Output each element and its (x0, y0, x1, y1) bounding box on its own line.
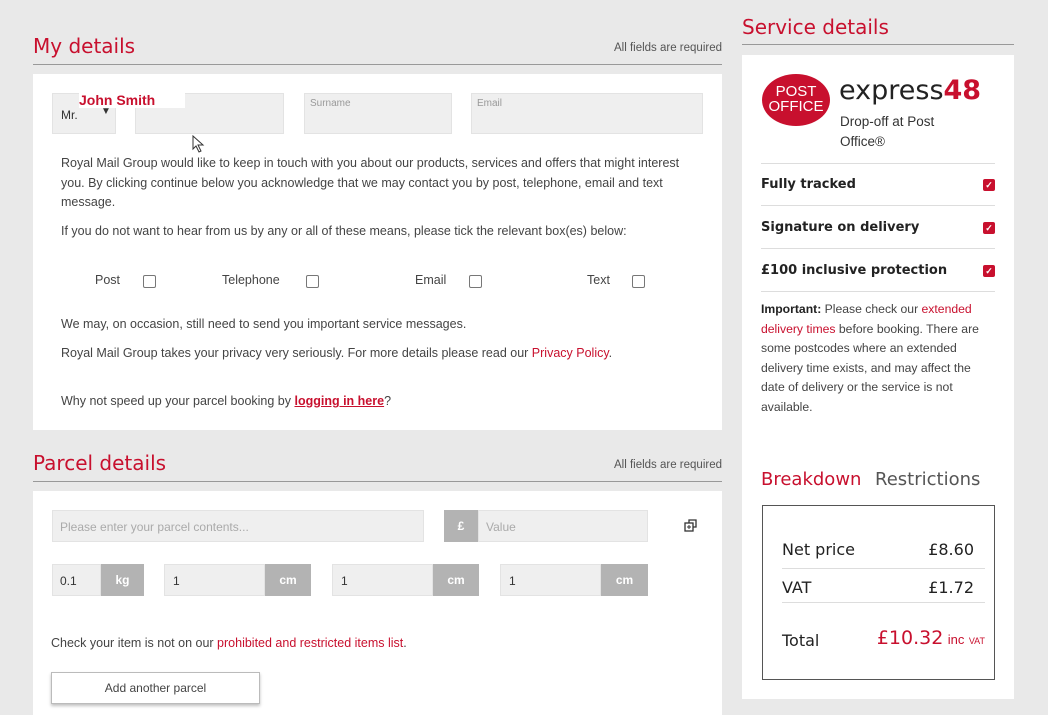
channel-post-label: Post (95, 273, 121, 287)
prohibited-items-link[interactable]: prohibited and restricted items list (217, 636, 403, 650)
important-label: Important: (761, 302, 822, 316)
net-price-label: Net price (782, 540, 855, 559)
post-checkbox[interactable] (143, 275, 156, 288)
vat-value: £1.72 (928, 578, 974, 597)
parcel-details-title: Parcel details (33, 451, 167, 475)
total-vat: VAT (968, 636, 985, 646)
weight-unit: kg (101, 564, 144, 596)
surname-placeholder: Surname (310, 98, 351, 109)
prohibited-prefix: Check your item is not on our (51, 636, 218, 650)
telephone-checkbox[interactable] (306, 275, 319, 288)
divider (761, 248, 995, 249)
total-value: £10.32 (876, 627, 944, 649)
my-details-title: My details (33, 34, 136, 58)
vat-label: VAT (782, 578, 812, 597)
prohibited-text: Check your item is not on our prohibited… (51, 634, 407, 654)
value-placeholder: Value (486, 520, 516, 534)
product-subtitle: Drop-off at Post Office® (840, 114, 935, 149)
tab-breakdown[interactable]: Breakdown (761, 469, 861, 490)
check-icon: ✓ (983, 179, 995, 191)
divider (761, 205, 995, 206)
copy-icon[interactable] (683, 518, 699, 534)
weight-value: 0.1 (60, 574, 77, 588)
product-number: 48 (943, 75, 982, 106)
required-note: All fields are required (613, 42, 722, 54)
divider (761, 291, 995, 292)
parcel-required-note: All fields are required (613, 459, 722, 471)
height-unit: cm (601, 564, 648, 596)
service-details-title: Service details (742, 15, 889, 39)
channel-text-label: Text (587, 273, 610, 287)
important-pre: Please check our (821, 302, 922, 316)
privacy-end: . (608, 346, 613, 360)
privacy-prefix: Royal Mail Group takes your privacy very… (61, 346, 532, 360)
surname-field[interactable]: Surname (304, 93, 452, 134)
privacy-policy-link[interactable]: Privacy Policy (532, 346, 609, 360)
currency-symbol: £ (444, 510, 478, 542)
tab-restrictions[interactable]: Restrictions (875, 469, 980, 490)
email-field[interactable]: Email (471, 93, 703, 134)
channel-email-label: Email (415, 273, 447, 287)
parcel-details-panel: Please enter your parcel contents... £ V… (33, 491, 722, 715)
login-prefix: Why not speed up your parcel booking by (61, 394, 295, 408)
product-name: express48 (839, 75, 981, 106)
prohibited-end: . (403, 636, 407, 650)
text-checkbox[interactable] (632, 275, 645, 288)
divider (782, 568, 985, 569)
email-placeholder: Email (477, 98, 503, 109)
title-select-value: Mr. (61, 108, 78, 122)
check-icon: ✓ (983, 222, 995, 234)
length-value: 1 (173, 574, 180, 588)
important-note: Important: Please check our extended del… (761, 300, 993, 417)
total-amount: £10.32 inc VAT (877, 627, 985, 649)
length-unit: cm (265, 564, 311, 596)
feature-fully-tracked: Fully tracked (761, 177, 856, 192)
email-checkbox[interactable] (469, 275, 482, 288)
width-unit: cm (433, 564, 479, 596)
check-icon: ✓ (983, 265, 995, 277)
length-input[interactable]: 1 (164, 564, 265, 596)
login-end: ? (384, 394, 392, 408)
divider (33, 64, 722, 65)
height-value: 1 (509, 574, 516, 588)
marketing-text: Royal Mail Group would like to keep in t… (61, 156, 680, 209)
product-name-text: express (839, 75, 944, 106)
my-details-panel: Mr. ▼ John Smith Surname Email Royal Mai… (33, 74, 722, 430)
height-input[interactable]: 1 (500, 564, 601, 596)
post-office-logo: POST OFFICE (762, 74, 830, 126)
add-another-parcel-button[interactable]: Add another parcel (51, 672, 260, 704)
divider (33, 481, 722, 482)
service-panel: POST OFFICE express48 Drop-off at Post O… (742, 55, 1014, 699)
channel-telephone-label: Telephone (222, 273, 280, 287)
feature-protection: £100 inclusive protection (761, 263, 948, 278)
login-text: Why not speed up your parcel booking by … (61, 392, 391, 412)
divider (782, 602, 985, 603)
privacy-text: Royal Mail Group takes your privacy very… (61, 344, 612, 364)
total-label: Total (782, 631, 820, 650)
mouse-cursor-icon (192, 135, 205, 153)
weight-input[interactable]: 0.1 (52, 564, 101, 596)
width-value: 1 (341, 574, 348, 588)
parcel-contents-input[interactable]: Please enter your parcel contents... (52, 510, 424, 542)
breakdown-box: Net price £8.60 VAT £1.72 Total £10.32 i… (762, 505, 995, 680)
net-price-value: £8.60 (928, 540, 974, 559)
width-input[interactable]: 1 (332, 564, 433, 596)
name-value: John Smith (79, 92, 186, 108)
divider (742, 44, 1014, 45)
divider (761, 163, 995, 164)
login-link[interactable]: logging in here (294, 394, 384, 408)
contents-placeholder: Please enter your parcel contents... (60, 520, 249, 534)
logo-line-2: OFFICE (768, 98, 824, 115)
service-message-text: We may, on occasion, still need to send … (61, 317, 467, 331)
logo-line-1: POST (775, 83, 817, 100)
optout-text: If you do not want to hear from us by an… (61, 224, 627, 238)
feature-signature: Signature on delivery (761, 220, 920, 235)
total-inc: inc (947, 632, 965, 647)
value-input[interactable]: Value (478, 510, 648, 542)
